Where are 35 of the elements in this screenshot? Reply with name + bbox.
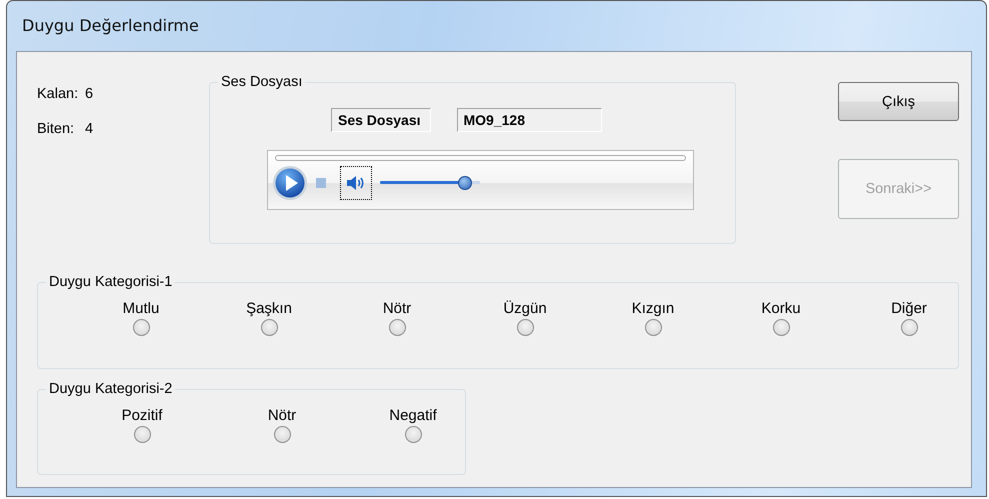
radio-label: Korku (761, 300, 801, 317)
window-title: Duygu Değerlendirme (22, 16, 199, 34)
radio-button[interactable] (388, 319, 406, 336)
radio-button[interactable] (404, 426, 422, 443)
radio-button[interactable] (772, 319, 790, 336)
radio-label: Negatif (389, 407, 437, 424)
radio-label: Kızgın (632, 300, 674, 317)
radio-button[interactable] (260, 319, 278, 336)
radio-button[interactable] (132, 319, 150, 336)
slider-thumb[interactable] (458, 176, 472, 190)
play-button[interactable] (272, 165, 308, 201)
radio-label: Üzgün (503, 300, 547, 317)
radio-button[interactable] (274, 426, 290, 443)
radio-label: Nötr (382, 300, 412, 317)
stat-value: 4 (85, 121, 94, 137)
radio-button[interactable] (516, 319, 534, 336)
file-name-field: MO9_128 (456, 108, 602, 132)
radio-button[interactable] (134, 426, 150, 443)
radio-label: Diğer (891, 300, 927, 317)
group-title: Duygu Kategorisi-1 (48, 274, 174, 290)
file-label: Ses Dosyası (331, 108, 430, 132)
group-title: Duygu Kategorisi-2 (48, 381, 174, 397)
speaker-icon (346, 175, 366, 191)
radio-label: Nötr (268, 407, 296, 424)
mute-button[interactable] (340, 166, 372, 200)
radio-button[interactable] (900, 319, 918, 336)
radio-label: Mutlu (122, 300, 160, 317)
stat-label: Biten: (37, 121, 76, 137)
stat-label: Kalan: (37, 86, 80, 102)
stat-value: 6 (85, 86, 94, 102)
exit-button[interactable]: Çıkış (838, 82, 959, 121)
group-title: Ses Dosyası (220, 74, 304, 90)
radio-label: Şaşkın (246, 300, 292, 317)
radio-label: Pozitif (122, 407, 162, 424)
radio-button[interactable] (644, 319, 662, 336)
